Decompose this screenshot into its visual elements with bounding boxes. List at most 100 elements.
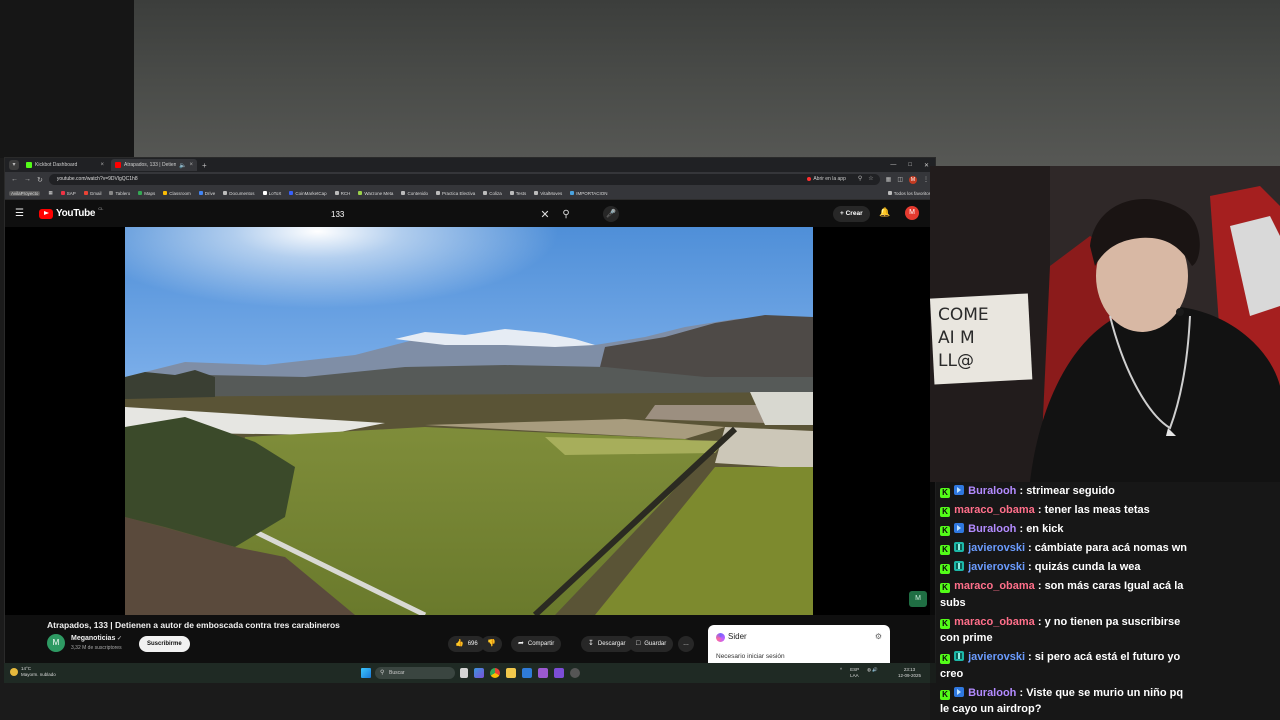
channel-name[interactable]: Meganoticias xyxy=(71,635,122,642)
dislike-button[interactable]: 👎 xyxy=(481,636,502,652)
speaker-icon[interactable]: 🔈 xyxy=(179,162,186,169)
search-input[interactable]: 133 xyxy=(323,210,535,219)
new-tab-button[interactable]: + xyxy=(202,161,207,170)
maximize-icon[interactable]: □ xyxy=(908,162,912,169)
search-icon[interactable]: ⚲ xyxy=(555,209,577,220)
more-actions-button[interactable]: … xyxy=(678,636,694,652)
bookmark-item[interactable]: Documentos xyxy=(223,191,255,196)
og-badge-icon xyxy=(954,651,965,661)
bookmark-label: Practica Electiva xyxy=(441,190,476,196)
bookmark-star-icon[interactable]: ☆ xyxy=(868,174,873,185)
sider-logo-icon xyxy=(716,633,725,642)
close-tab-icon[interactable]: × xyxy=(189,162,193,168)
bookmark-item[interactable]: AvilaProyecto xyxy=(9,190,41,196)
create-button[interactable]: + Crear xyxy=(833,206,870,222)
all-bookmarks[interactable]: Todos los favoritos xyxy=(887,191,931,196)
temperature: 14°C xyxy=(21,666,32,671)
tab-youtube[interactable]: Atrapados, 133 | Detienen a 🔈 × xyxy=(111,159,197,171)
chat-username[interactable]: javierovski xyxy=(968,561,1025,573)
chat-username[interactable]: maraco_obama xyxy=(954,504,1035,516)
chrome-icon[interactable] xyxy=(490,668,500,678)
chat-username[interactable]: maraco_obama xyxy=(954,580,1035,592)
menu-kebab-icon[interactable]: ⋮ xyxy=(923,176,929,183)
chat-separator: : xyxy=(1016,485,1027,497)
bookmark-label: LoToX xyxy=(268,190,282,196)
notifications-bell-icon[interactable]: 🔔 xyxy=(879,207,890,218)
sidebar-icon[interactable]: ◫ xyxy=(897,176,903,183)
chat-username[interactable]: javierovski xyxy=(968,542,1025,554)
taskbar-search[interactable]: Buscar xyxy=(375,667,455,679)
file-explorer-icon[interactable] xyxy=(506,668,516,678)
subscribe-button[interactable]: Suscribirme xyxy=(139,636,190,652)
bookmark-item[interactable]: Gmail xyxy=(83,191,101,196)
search-box[interactable]: 133 ✕ ⚲ xyxy=(323,205,577,223)
chat-username[interactable]: maraco_obama xyxy=(954,616,1035,628)
chat-text: quizás cunda la wea xyxy=(1034,561,1141,573)
clear-search-icon[interactable]: ✕ xyxy=(535,208,555,221)
bookmark-item[interactable]: Contenido xyxy=(401,191,428,196)
app-icon[interactable] xyxy=(570,668,580,678)
account-avatar[interactable]: M xyxy=(905,206,919,220)
video-frame[interactable] xyxy=(125,227,813,615)
chat-message: K Buralooh : Viste que se murio un niño … xyxy=(940,685,1195,718)
profile-avatar[interactable]: M xyxy=(909,175,917,184)
app-icon[interactable] xyxy=(538,668,548,678)
back-icon[interactable]: ← xyxy=(11,176,18,183)
bookmark-item[interactable]: RCH xyxy=(334,191,350,196)
youtube-logo[interactable]: YouTube CL xyxy=(39,206,103,219)
minimize-icon[interactable]: — xyxy=(890,162,896,169)
chat-username[interactable]: Buralooh xyxy=(968,523,1016,535)
bookmark-item[interactable]: LoToX xyxy=(262,190,282,196)
tab-kickbot[interactable]: Kickbot Dashboard × xyxy=(22,159,108,171)
zoom-icon[interactable]: ⚲ xyxy=(858,174,862,185)
bookmark-item[interactable]: Classroom xyxy=(163,191,191,196)
close-tab-icon[interactable]: × xyxy=(100,162,104,168)
weather-widget[interactable]: 14°C Mayorm. nublado xyxy=(10,666,56,678)
channel-avatar[interactable]: M xyxy=(47,634,65,652)
bookmark-item[interactable]: Warzone Meta xyxy=(358,191,393,196)
bookmark-item[interactable]: VitalMoves xyxy=(534,191,562,196)
bookmark-item[interactable]: Tablero xyxy=(109,191,130,196)
url-field[interactable]: youtube.com/watch?v=9DVlgQC1h8 Abrir en … xyxy=(48,174,880,185)
tab-search-icon[interactable]: ▾ xyxy=(9,160,19,170)
video-player[interactable]: M xyxy=(5,227,935,615)
save-button[interactable]: □ Guardar xyxy=(629,636,674,652)
copilot-icon[interactable] xyxy=(474,668,484,678)
chat-username[interactable]: Buralooh xyxy=(968,687,1016,699)
language-indicator[interactable]: ESP LAA xyxy=(850,667,859,679)
download-button[interactable]: ↧ Descargar xyxy=(581,636,633,652)
store-icon[interactable] xyxy=(522,668,532,678)
windows-start-icon[interactable] xyxy=(361,668,371,678)
obs-app-icon[interactable] xyxy=(554,668,564,678)
chat-message: K javierovski : cámbiate para acá nomas … xyxy=(940,540,1195,557)
thumbs-down-icon: 👎 xyxy=(487,640,496,647)
close-window-icon[interactable]: ✕ xyxy=(924,162,929,169)
folder-icon xyxy=(223,191,228,195)
microphone-icon[interactable]: 🎤 xyxy=(603,206,619,222)
apps-grid-icon[interactable]: ▦ xyxy=(48,190,52,196)
bookmark-item[interactable]: Tests xyxy=(509,191,526,196)
open-in-app-button[interactable]: Abrir en la app xyxy=(807,174,858,185)
hamburger-menu-icon[interactable]: ☰ xyxy=(15,208,33,219)
like-button[interactable]: 👍 696 xyxy=(448,636,485,652)
tray-chevron-icon[interactable]: ^ xyxy=(840,667,842,679)
bookmark-item[interactable]: SAP xyxy=(60,191,76,196)
bookmark-item[interactable]: IMPORTACION xyxy=(570,191,608,196)
chat-username[interactable]: javierovski xyxy=(968,651,1025,663)
chat-username[interactable]: Buralooh xyxy=(968,485,1016,497)
bookmark-item[interactable]: CoinMarketCap xyxy=(289,191,327,196)
wifi-volume-icon[interactable]: ◍ 🔊 xyxy=(867,667,878,679)
folder-icon xyxy=(534,191,539,195)
bookmark-item[interactable]: Practica Electiva xyxy=(435,190,476,196)
folder-icon xyxy=(509,191,514,195)
bookmark-item[interactable]: Drive xyxy=(198,191,215,196)
settings-gear-icon[interactable]: ⚙ xyxy=(875,632,882,641)
reload-icon[interactable]: ↻ xyxy=(37,176,43,184)
extensions-icon[interactable]: ▦ xyxy=(886,176,892,183)
bookmark-item[interactable]: Maps xyxy=(138,191,155,196)
task-view-icon[interactable] xyxy=(460,668,468,678)
bookmark-item[interactable]: Coliza xyxy=(483,191,502,196)
clock[interactable]: 23:13 12-09-2025 xyxy=(898,667,921,679)
share-button[interactable]: ➦ Compartir xyxy=(511,636,562,652)
forward-icon[interactable]: → xyxy=(24,176,31,183)
